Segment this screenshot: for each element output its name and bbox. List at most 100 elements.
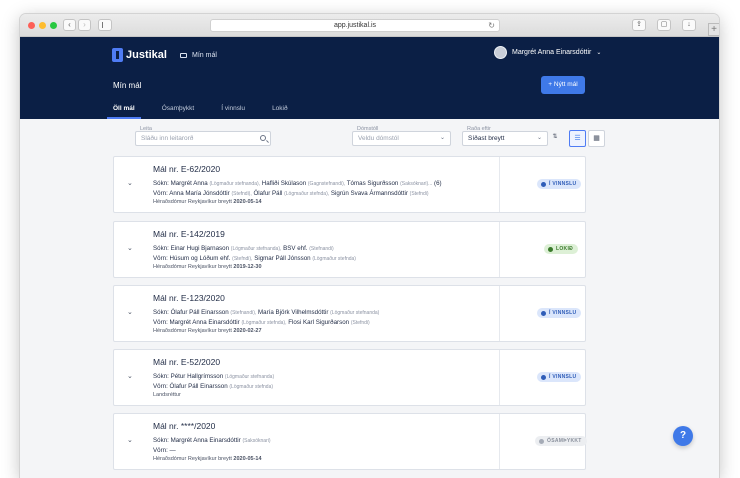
- case-court-info: Héraðsdómur Reykjavíkur breytt 2020-05-1…: [153, 199, 262, 205]
- prosecution-line: Sókn: Margrét Anna Einarsdóttir (Saksókn…: [153, 437, 271, 444]
- changed-date: 2019-12-30: [233, 264, 262, 270]
- status-badge: LOKIÐ: [544, 244, 579, 254]
- party-role: (Stefndi),: [231, 191, 252, 197]
- party-label: Vörn:: [153, 255, 168, 262]
- party-name: Margrét Anna: [170, 180, 208, 187]
- more-parties-count[interactable]: (6): [434, 180, 442, 187]
- chevron-down-icon[interactable]: ⌄: [127, 372, 133, 380]
- prosecution-line: Sókn: Ólafur Páll Einarsson (Stefnandi),…: [153, 309, 379, 316]
- case-court-info: Héraðsdómur Reykjavíkur breytt 2020-05-1…: [153, 456, 262, 462]
- chevron-down-icon[interactable]: ⌄: [127, 436, 133, 444]
- search-input[interactable]: Sláðu inn leitarorð: [135, 131, 271, 146]
- grid-view-icon[interactable]: ▦: [588, 130, 605, 147]
- party-name: BSV ehf.: [283, 245, 308, 252]
- party-name: María Björk Vilhelmsdóttir: [258, 309, 329, 316]
- case-court-info: Héraðsdómur Reykjavíkur breytt 2020-02-2…: [153, 328, 262, 334]
- case-card[interactable]: ⌄ Mál nr. E-62/2020 Sókn: Margrét Anna (Lö…: [113, 156, 586, 213]
- party-role: (Lögmaður stefnanda),: [209, 181, 261, 187]
- card-divider: [499, 350, 500, 405]
- chevron-down-icon[interactable]: ⌄: [127, 179, 133, 187]
- party-label: Sókn:: [153, 180, 169, 187]
- changed-date: 2020-02-27: [233, 328, 262, 334]
- party-role: (Stefnandi),: [230, 310, 257, 316]
- party-label: Sókn:: [153, 437, 169, 444]
- party-label: Sókn:: [153, 309, 169, 316]
- court-name: Landsréttur: [153, 392, 181, 398]
- search-placeholder: Sláðu inn leitarorð: [141, 135, 194, 142]
- defense-line: Vörn: —: [153, 447, 176, 454]
- case-card[interactable]: ⌄ Mál nr. E-52/2020 Sókn: Pétur Hallgrímss…: [113, 349, 586, 406]
- sort-select[interactable]: Síðast breytt ⌄: [462, 131, 548, 146]
- status-icon: [541, 181, 546, 187]
- case-card[interactable]: ⌄ Mál nr. E-142/2019 Sókn: Einar Hugi Bjar…: [113, 221, 586, 278]
- court-select[interactable]: Veldu dómstól ⌄: [352, 131, 451, 146]
- status-text: Í VINNSLU: [549, 374, 577, 380]
- changed-date: 2020-05-14: [233, 199, 262, 205]
- case-title[interactable]: Mál nr. E-142/2019: [153, 229, 225, 239]
- party-label: Vörn:: [153, 190, 168, 197]
- party-role: (Saksóknari)...: [400, 181, 433, 187]
- party-label: Vörn:: [153, 383, 168, 390]
- defense-line: Vörn: Anna María Jónsdóttir (Stefndi), Ó…: [153, 190, 429, 197]
- status-icon: [548, 246, 553, 252]
- party-role: (Stefndi): [409, 191, 429, 197]
- party-label: Sókn:: [153, 245, 169, 252]
- case-title[interactable]: Mál nr. ****/2020: [153, 421, 215, 431]
- party-role: (Lögmaður stefnda),: [284, 191, 330, 197]
- party-role: (Stefndi): [350, 320, 370, 326]
- case-card[interactable]: ⌄ Mál nr. E-123/2020 Sókn: Ólafur Páll Ein…: [113, 285, 586, 342]
- status-badge: Í VINNSLU: [537, 308, 582, 318]
- case-title[interactable]: Mál nr. E-52/2020: [153, 357, 220, 367]
- party-name: Flosi Karl Sigurðarson: [288, 319, 350, 326]
- chevron-down-icon: ⌄: [536, 135, 542, 141]
- party-name: Sigrún Svava Ármannsdóttir: [330, 190, 408, 197]
- status-badge: Í VINNSLU: [537, 372, 582, 382]
- status-text: Í VINNSLU: [549, 310, 577, 316]
- prosecution-line: Sókn: Einar Hugi Bjarnason (Lögmaður ste…: [153, 245, 334, 252]
- party-name: Margrét Anna Einarsdóttir: [170, 437, 241, 444]
- browser-window: ‹ › app.justikal.is ↻ ⇪ ▢ ↓ + Justikal M…: [20, 14, 719, 478]
- card-divider: [499, 222, 500, 277]
- party-role: (Saksóknari): [242, 438, 271, 444]
- list-view-icon[interactable]: ☰: [569, 130, 586, 147]
- party-name: Einar Hugi Bjarnason: [170, 245, 230, 252]
- card-divider: [499, 157, 500, 212]
- party-role: (Gagnstefnandi),: [307, 181, 346, 187]
- chevron-down-icon: ⌄: [439, 135, 445, 141]
- search-icon[interactable]: [260, 135, 266, 141]
- status-text: Í VINNSLU: [549, 181, 577, 187]
- party-name: Húsum og Lóðum ehf.: [169, 255, 231, 262]
- party-role: (Lögmaður stefnanda): [330, 310, 380, 316]
- court-name: Héraðsdómur Reykjavíkur: [153, 264, 217, 270]
- sort-icon[interactable]: ⇅: [549, 130, 561, 145]
- status-icon: [539, 438, 544, 444]
- changed-prefix: breytt: [218, 199, 232, 205]
- changed-prefix: breytt: [218, 328, 232, 334]
- party-name: Ólafur Páll: [253, 190, 283, 197]
- defense-line: Vörn: Margrét Anna Einarsdóttir (Lögmaðu…: [153, 319, 370, 326]
- court-name: Héraðsdómur Reykjavíkur: [153, 456, 217, 462]
- party-role: (Stefndi),: [232, 256, 253, 262]
- case-title[interactable]: Mál nr. E-123/2020: [153, 293, 225, 303]
- prosecution-line: Sókn: Margrét Anna (Lögmaður stefnanda),…: [153, 180, 442, 187]
- party-label: Sókn:: [153, 373, 169, 380]
- chevron-down-icon[interactable]: ⌄: [127, 308, 133, 316]
- party-label: Vörn:: [153, 447, 168, 454]
- case-card[interactable]: ⌄ Mál nr. ****/2020 Sókn: Margrét Anna Ein…: [113, 413, 587, 470]
- party-role: (Lögmaður stefnda),: [241, 320, 287, 326]
- defense-line: Vörn: Húsum og Lóðum ehf. (Stefndi), Sig…: [153, 255, 356, 262]
- party-name: Ólafur Páll Einarsson: [169, 383, 228, 390]
- help-button[interactable]: ?: [673, 426, 693, 446]
- changed-prefix: breytt: [218, 264, 232, 270]
- court-name: Héraðsdómur Reykjavíkur: [153, 328, 217, 334]
- changed-date: 2020-05-14: [233, 456, 262, 462]
- case-title[interactable]: Mál nr. E-62/2020: [153, 164, 220, 174]
- party-role: (Lögmaður stefnanda),: [230, 246, 282, 252]
- chevron-down-icon[interactable]: ⌄: [127, 244, 133, 252]
- case-court-info: Landsréttur: [153, 392, 181, 398]
- party-name: Sigmar Páll Jónsson: [254, 255, 311, 262]
- changed-prefix: breytt: [218, 456, 232, 462]
- sort-select-value: Síðast breytt: [468, 135, 505, 142]
- party-role: (Lögmaður stefnda): [312, 256, 356, 262]
- party-name: Hafliði Skúlason: [261, 180, 307, 187]
